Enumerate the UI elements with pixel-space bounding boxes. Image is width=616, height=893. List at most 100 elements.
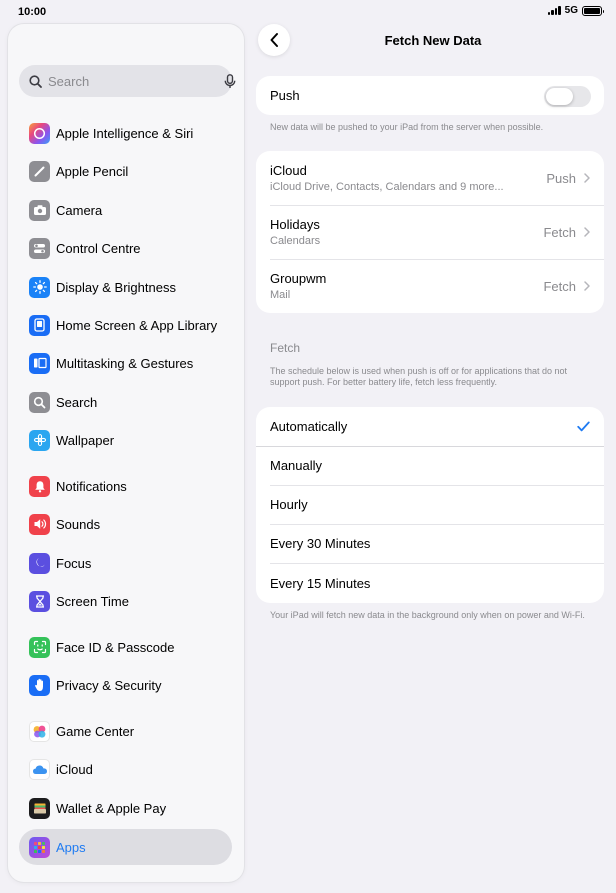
hourglass-icon <box>29 590 50 612</box>
sidebar-item-label: iCloud <box>56 761 93 777</box>
toggle-knob <box>546 88 573 105</box>
sidebar-item-wallpaper[interactable]: Wallpaper <box>19 422 232 458</box>
sidebar-item-label: Wallpaper <box>56 432 115 448</box>
selected-indicator <box>577 421 590 432</box>
account-name: Holidays <box>270 217 320 232</box>
microphone-icon[interactable] <box>224 73 236 89</box>
sidebar-item-label: Screen Time <box>56 593 129 609</box>
sidebar-item-search[interactable]: Search <box>19 384 232 420</box>
fetch-option-automatically[interactable]: Automatically <box>256 407 604 446</box>
sidebar-item-face-id[interactable]: Face ID & Passcode <box>19 629 232 665</box>
speaker-icon <box>29 513 50 535</box>
search-icon <box>29 74 42 88</box>
sidebar-item-apps[interactable]: Apps <box>19 829 232 865</box>
account-row-groupwm[interactable]: Groupwm Mail Fetch <box>256 259 604 313</box>
sidebar-item-label: Notifications <box>56 478 127 494</box>
sidebar-item-label: Sounds <box>56 516 101 532</box>
push-card: Push <box>256 76 604 115</box>
settings-sidebar: Apple Intelligence & Siri Apple Pencil C… <box>8 24 244 882</box>
push-footnote: New data will be pushed to your iPad fro… <box>270 122 544 132</box>
cellular-signal-icon <box>547 6 561 15</box>
apple-pencil-icon <box>29 160 50 182</box>
sidebar-item-multitasking[interactable]: Multitasking & Gestures <box>19 345 232 381</box>
accounts-card: iCloud iCloud Drive, Contacts, Calendars… <box>256 151 604 313</box>
control-centre-icon <box>29 237 50 259</box>
multitasking-icon <box>29 352 50 374</box>
fetch-section-header: Fetch <box>270 341 301 355</box>
account-detail: Calendars <box>270 235 321 247</box>
account-detail: iCloud Drive, Contacts, Calendars and 9 … <box>270 181 504 193</box>
fetch-option-label: Every 30 Minutes <box>270 536 371 551</box>
sidebar-search[interactable] <box>19 65 236 97</box>
fetch-option-30-minutes[interactable]: Every 30 Minutes <box>256 524 604 563</box>
sidebar-item-label: Search <box>56 394 98 410</box>
moon-icon <box>29 552 50 574</box>
apple-intelligence-icon <box>29 122 50 144</box>
account-row-holidays[interactable]: Holidays Calendars Fetch <box>256 205 604 259</box>
sidebar-item-notifications[interactable]: Notifications <box>19 468 232 504</box>
wallpaper-icon <box>29 429 50 451</box>
sidebar-item-screen-time[interactable]: Screen Time <box>19 583 232 619</box>
fetch-option-label: Hourly <box>270 497 308 512</box>
push-toggle[interactable] <box>544 86 591 107</box>
fetch-option-manually[interactable]: Manually <box>256 446 604 485</box>
account-detail: Mail <box>270 289 291 301</box>
sidebar-item-sounds[interactable]: Sounds <box>19 506 232 542</box>
sidebar-item-label: Multitasking & Gestures <box>56 355 194 371</box>
sidebar-item-control-centre[interactable]: Control Centre <box>19 230 232 266</box>
checkmark-icon <box>577 421 590 432</box>
sidebar-item-label: Wallet & Apple Pay <box>56 800 167 816</box>
sidebar-item-icloud[interactable]: iCloud <box>19 751 232 787</box>
account-value: Fetch <box>543 279 590 294</box>
account-value: Push <box>546 171 590 186</box>
sidebar-item-label: Privacy & Security <box>56 677 162 693</box>
account-fetch-mode: Fetch <box>543 224 576 240</box>
account-row-icloud[interactable]: iCloud iCloud Drive, Contacts, Calendars… <box>256 151 604 205</box>
chevron-right-icon <box>584 281 590 291</box>
sidebar-item-label: Display & Brightness <box>56 279 176 295</box>
fetch-options-card: Automatically Manually Hourly Every 30 M… <box>256 407 604 603</box>
sun-icon <box>29 276 50 298</box>
sidebar-item-label: Face ID & Passcode <box>56 639 175 655</box>
hand-icon <box>29 674 50 696</box>
battery-icon <box>582 5 604 16</box>
fetch-option-label: Every 15 Minutes <box>270 575 371 591</box>
face-id-icon <box>29 636 50 658</box>
sidebar-item-wallet[interactable]: Wallet & Apple Pay <box>19 790 232 826</box>
fetch-option-15-minutes[interactable]: Every 15 Minutes <box>256 563 604 603</box>
game-center-icon <box>29 720 50 742</box>
sidebar-item-label: Apple Pencil <box>56 163 129 179</box>
sidebar-item-label: Home Screen & App Library <box>56 317 218 333</box>
wallet-icon <box>29 797 50 819</box>
page-title: Fetch New Data <box>384 33 482 48</box>
sidebar-item-apple-pencil[interactable]: Apple Pencil <box>19 153 232 189</box>
account-name: iCloud <box>270 163 307 178</box>
sidebar-item-game-center[interactable]: Game Center <box>19 713 232 749</box>
fetch-option-label: Automatically <box>270 419 348 434</box>
cloud-icon <box>29 758 50 780</box>
home-screen-icon <box>29 314 50 336</box>
bell-icon <box>29 475 50 497</box>
sidebar-item-apple-intelligence[interactable]: Apple Intelligence & Siri <box>19 115 232 151</box>
search-input[interactable] <box>48 73 224 89</box>
fetch-option-label: Manually <box>270 458 323 473</box>
status-bar: 10:00 5G <box>0 0 616 24</box>
sidebar-item-home-screen[interactable]: Home Screen & App Library <box>19 307 232 343</box>
status-time: 10:00 <box>18 6 47 18</box>
account-fetch-mode: Fetch <box>543 278 576 294</box>
sidebar-item-privacy[interactable]: Privacy & Security <box>19 667 232 703</box>
sidebar-item-label: Apple Intelligence & Siri <box>56 125 194 141</box>
fetch-option-hourly[interactable]: Hourly <box>256 485 604 524</box>
sidebar-item-display-brightness[interactable]: Display & Brightness <box>19 269 232 305</box>
sidebar-item-label: Apps <box>56 839 86 855</box>
search-icon <box>29 391 50 413</box>
sidebar-item-focus[interactable]: Focus <box>19 545 232 581</box>
status-indicators: 5G <box>547 5 604 16</box>
push-label: Push <box>270 88 300 103</box>
chevron-right-icon <box>584 173 590 183</box>
chevron-right-icon <box>584 227 590 237</box>
network-type: 5G <box>564 5 578 16</box>
account-fetch-mode: Push <box>546 170 576 186</box>
sidebar-item-label: Control Centre <box>56 240 141 256</box>
sidebar-item-camera[interactable]: Camera <box>19 192 232 228</box>
